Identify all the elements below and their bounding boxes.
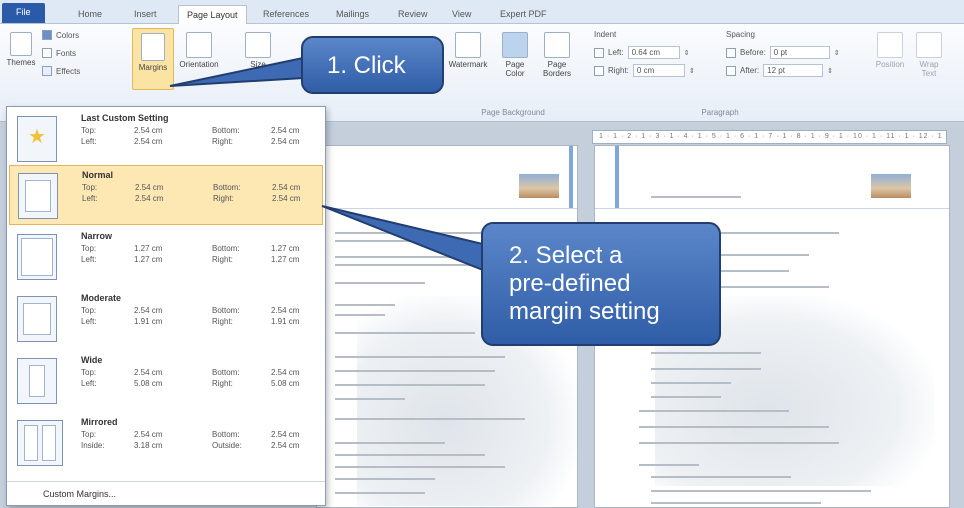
callout-1-pointer	[169, 56, 304, 87]
callout-step-2-line-3: margin setting	[509, 298, 660, 325]
callout-step-1: 1. Click	[301, 36, 444, 94]
callout-step-1-text: 1. Click	[327, 52, 406, 79]
callout-step-2-line-2: pre-defined	[509, 270, 631, 297]
callout-step-2-line-1: 2. Select a	[509, 242, 623, 269]
callout-step-2: 2. Select a pre-defined margin setting	[481, 222, 721, 346]
callout-2-pointer	[321, 205, 484, 272]
